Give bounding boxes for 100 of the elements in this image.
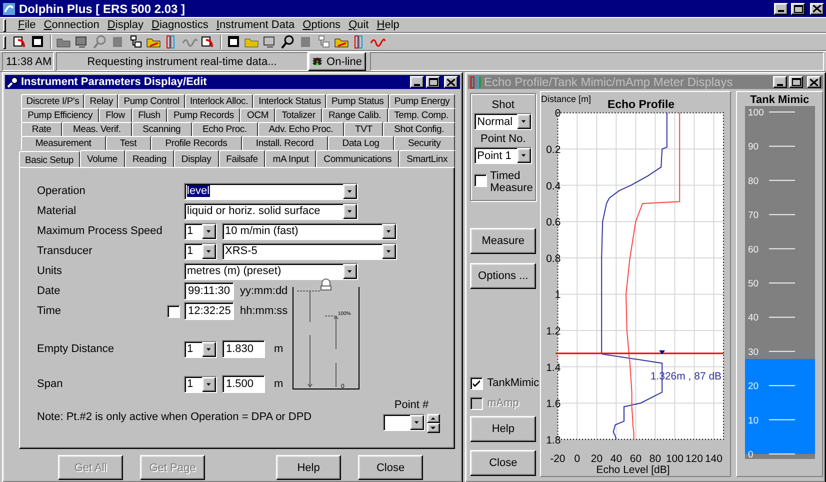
dropdown[interactable]: level (184, 182, 358, 200)
checkbox[interactable] (474, 174, 488, 187)
input-field[interactable]: 1.830 (222, 340, 265, 358)
tab[interactable]: Flow (99, 108, 132, 122)
tab[interactable]: Interlock Alloc. (184, 94, 254, 108)
menu-item[interactable]: Help (376, 19, 400, 31)
button[interactable]: Close (358, 455, 423, 480)
tab[interactable]: Discrete I/P's (21, 94, 84, 108)
dropdown[interactable]: Point 1 (474, 147, 532, 164)
tree-icon[interactable] (128, 34, 144, 50)
caret-icon (343, 184, 357, 198)
dropdown[interactable]: 1 (184, 222, 217, 240)
close-button[interactable] (810, 2, 824, 14)
status-time: 11:38 AM (2, 52, 54, 71)
field-label: Units (37, 265, 64, 277)
minimize-button[interactable] (773, 76, 787, 88)
tab[interactable]: Shot Config. (383, 122, 455, 136)
button[interactable]: Options ... (470, 263, 536, 289)
tab[interactable]: Scanning (132, 122, 192, 136)
menu-item[interactable]: Display (107, 19, 144, 31)
maximize-button[interactable] (426, 76, 440, 88)
button[interactable]: Close (470, 450, 536, 476)
tab[interactable]: Display (174, 150, 219, 167)
tick-label: 20 (591, 453, 603, 465)
checkbox[interactable] (167, 304, 180, 318)
tab[interactable]: Failsafe (218, 150, 266, 167)
caret-icon (382, 224, 396, 238)
dropdown[interactable]: 1 (184, 376, 217, 392)
menu-item[interactable]: Quit (348, 19, 369, 31)
tab[interactable]: Pump Status (326, 94, 390, 108)
caret-icon (517, 114, 532, 129)
tick-label: 0.6 (546, 216, 561, 229)
menu-item[interactable]: Connection (44, 19, 100, 31)
tab[interactable]: Pump Control (118, 94, 185, 108)
window-icon[interactable] (30, 34, 46, 50)
tab[interactable]: Measurement (21, 136, 106, 150)
window-icon[interactable] (226, 34, 242, 50)
tab[interactable]: mA Input (265, 150, 316, 167)
note-text: Note: Pt.#2 is only active when Operation = DPA or DPD (37, 411, 313, 425)
maximize-button[interactable] (791, 2, 805, 14)
close-button[interactable] (807, 76, 821, 88)
tab[interactable]: Meas. Verif. (62, 122, 132, 136)
tab[interactable]: Pump Efficiency (21, 108, 100, 122)
dropdown[interactable]: liquid or horiz. solid surface (184, 202, 358, 220)
dropdown[interactable]: 1 (184, 340, 217, 358)
tick-label: 60 (748, 244, 758, 256)
tab[interactable]: Relay (84, 94, 118, 108)
checkbox-label: TankMimic (487, 377, 540, 389)
tab[interactable]: TVT (344, 122, 384, 136)
button[interactable]: Measure (470, 228, 536, 254)
chart-icon[interactable] (12, 34, 28, 50)
tab[interactable]: Volume (80, 150, 125, 167)
dropdown[interactable]: 10 m/min (fast) (222, 222, 397, 240)
tab[interactable]: SmartLinx (399, 150, 456, 167)
minimize-button[interactable] (410, 76, 424, 88)
menu-item[interactable]: Diagnostics (152, 19, 208, 31)
tab[interactable]: Flush (132, 108, 167, 122)
dropdown[interactable] (383, 414, 425, 431)
tab[interactable]: Pump Records (166, 108, 240, 122)
tab[interactable]: Profile Records (150, 136, 242, 150)
checkbox[interactable] (470, 376, 484, 390)
tab[interactable]: Echo Proc. (192, 122, 258, 136)
tab[interactable]: Totalizer (275, 108, 322, 122)
input-field[interactable]: 1.500 (222, 375, 265, 393)
button[interactable]: Help (470, 416, 536, 442)
tab[interactable]: Reading (124, 150, 174, 167)
close-button[interactable] (444, 76, 458, 88)
tab[interactable]: Install. Record (242, 136, 328, 150)
axis-label: Distance [m] (541, 94, 592, 104)
tab[interactable]: Range Calib. (322, 108, 388, 122)
maximize-button[interactable] (789, 76, 803, 88)
date-field[interactable]: 99:11:30 (184, 282, 234, 300)
tab[interactable]: Security (394, 136, 456, 150)
spin-button[interactable] (427, 414, 440, 433)
time-field[interactable]: 12:32:25 (184, 302, 234, 320)
tab[interactable]: OCM (240, 108, 276, 122)
tab[interactable]: Temp. Comp. (388, 108, 455, 122)
field-label: Time (37, 305, 62, 317)
tab[interactable]: Data Log (328, 136, 394, 150)
dropdown[interactable]: 1 (184, 242, 217, 260)
checkmark-icon (471, 378, 482, 388)
caret-icon (202, 342, 216, 356)
dropdown[interactable]: XRS-5 (222, 242, 397, 260)
tab[interactable]: Test (106, 136, 151, 150)
tab[interactable]: Rate (21, 122, 62, 136)
tab[interactable]: Interlock Status (253, 94, 326, 108)
caret-icon (343, 204, 357, 218)
menu-item[interactable]: Instrument Data (216, 19, 295, 31)
dropdown[interactable]: metres (m) (preset) (184, 262, 358, 280)
magnifier-icon[interactable] (280, 34, 296, 50)
button[interactable]: Help (276, 455, 341, 480)
tab[interactable]: Communications (316, 150, 400, 167)
menu-item[interactable]: Options (302, 19, 341, 31)
tab[interactable]: Pump Energy (389, 94, 456, 108)
minimize-button[interactable] (774, 2, 788, 14)
chart-icon[interactable] (200, 34, 216, 50)
tab[interactable]: Basic Setup (19, 151, 80, 167)
dropdown[interactable]: Normal (474, 113, 532, 130)
tab[interactable]: Adv. Echo Proc. (258, 122, 344, 136)
menu-item[interactable]: File (18, 19, 36, 31)
